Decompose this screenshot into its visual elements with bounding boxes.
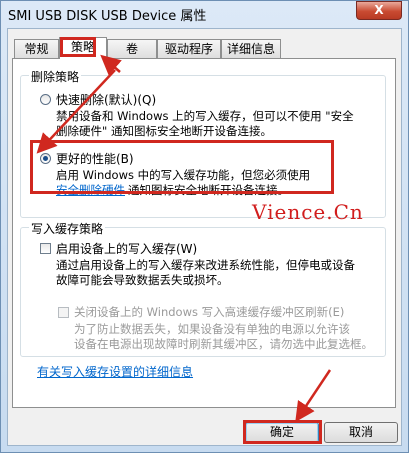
- tab-general[interactable]: 常规: [14, 39, 59, 58]
- enable-write-cache-checkbox[interactable]: [40, 243, 51, 254]
- turn-off-flush-desc-1: 为了防止数据丢失，如果设备没有单独的电源以允许该: [74, 322, 350, 336]
- tab-details[interactable]: 详细信息: [221, 39, 281, 58]
- tab-driver[interactable]: 驱动程序: [157, 39, 221, 58]
- policies-panel: 删除策略 快速删除(默认)(Q) 禁用设备和 Windows 上的写入缓存，但可…: [12, 58, 396, 408]
- watermark: Vience.Cn: [252, 200, 364, 224]
- quick-removal-desc-1: 禁用设备和 Windows 上的写入缓存，但可以不使用 "安全: [56, 109, 354, 123]
- turn-off-flush-label[interactable]: 关闭设备上的 Windows 写入高速缓存缓冲区刷新(E): [74, 304, 344, 320]
- turn-off-flush-desc-2: 设备在电源出现故障时刷新其缓冲区，请勿选中此复选框。: [74, 337, 373, 351]
- better-performance-desc-2: 通知图标安全地断开设备连接。: [128, 183, 289, 197]
- write-cache-info-link[interactable]: 有关写入缓存设置的详细信息: [37, 363, 193, 380]
- quick-removal-label[interactable]: 快速删除(默认)(Q): [56, 91, 156, 108]
- quick-removal-radio[interactable]: [40, 94, 51, 105]
- ok-button[interactable]: 确定: [245, 422, 319, 443]
- enable-write-cache-desc-1: 通过启用设备上的写入缓存来改进系统性能，但停电或设备: [56, 258, 355, 272]
- tab-volumes[interactable]: 卷: [107, 39, 157, 58]
- better-performance-desc-1: 启用 Windows 中的写入缓存功能，但您必须使用: [56, 168, 311, 182]
- cancel-button[interactable]: 取消: [324, 422, 398, 443]
- removal-policy-title: 删除策略: [29, 68, 82, 85]
- write-cache-title: 写入缓存策略: [29, 220, 106, 237]
- turn-off-flush-checkbox[interactable]: [58, 307, 69, 318]
- better-performance-radio[interactable]: [40, 153, 51, 164]
- safely-remove-hardware-link[interactable]: 安全删除硬件: [56, 183, 125, 198]
- enable-write-cache-label[interactable]: 启用设备上的写入缓存(W): [56, 240, 197, 257]
- window-title: SMI USB DISK USB Device 属性: [8, 9, 207, 24]
- tab-policies[interactable]: 策略: [59, 37, 107, 59]
- quick-removal-desc-2: 删除硬件" 通知图标安全地断开设备连接。: [56, 124, 272, 138]
- close-button[interactable]: X: [356, 1, 402, 20]
- enable-write-cache-desc-2: 故障可能会导致数据丢失或损坏。: [56, 273, 229, 287]
- better-performance-label[interactable]: 更好的性能(B): [56, 150, 134, 167]
